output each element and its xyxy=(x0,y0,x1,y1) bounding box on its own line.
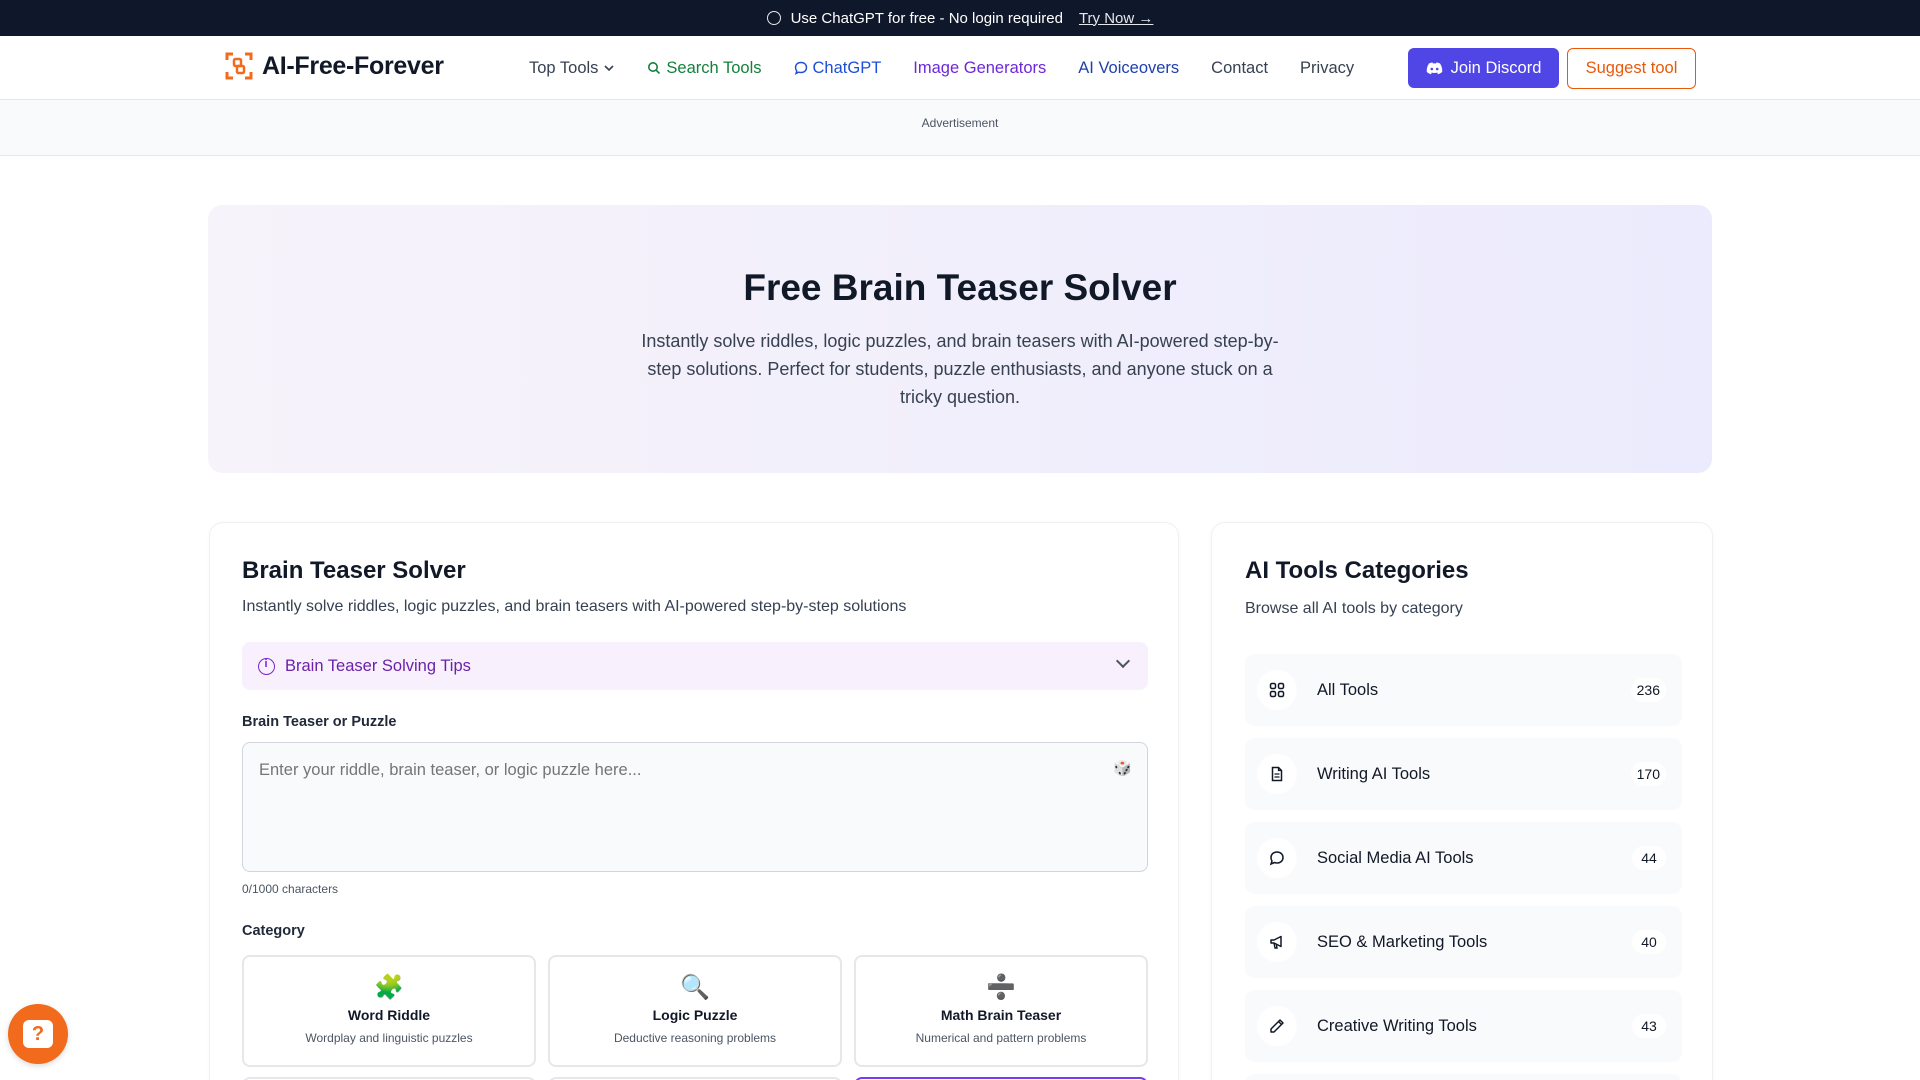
chevron-down-icon xyxy=(604,65,614,72)
sidebar-item-social-media[interactable]: Social Media AI Tools 44 xyxy=(1245,822,1682,894)
puzzle-input-label: Brain Teaser or Puzzle xyxy=(242,714,397,730)
sidebar-item-count: 43 xyxy=(1632,1014,1666,1038)
magnifier-icon: 🔍 xyxy=(680,974,710,1001)
sidebar-item-count: 40 xyxy=(1632,930,1666,954)
random-dice-icon[interactable]: 🎲 xyxy=(1113,759,1132,777)
search-icon xyxy=(648,62,661,75)
category-desc: Deductive reasoning problems xyxy=(613,1031,777,1045)
puzzle-piece-icon: 🧩 xyxy=(374,974,404,1001)
sidebar-item-label: SEO & Marketing Tools xyxy=(1317,932,1488,951)
category-desc: Numerical and pattern problems xyxy=(915,1031,1087,1045)
category-label: Category xyxy=(242,923,305,939)
tips-label: Brain Teaser Solving Tips xyxy=(285,656,471,675)
sidebar-item-count: 170 xyxy=(1630,762,1666,786)
ad-label: Advertisement xyxy=(921,116,999,130)
sidebar-item-count: 236 xyxy=(1630,678,1666,702)
hero-description: Instantly solve riddles, logic puzzles, … xyxy=(641,331,1279,407)
megaphone-icon xyxy=(1257,922,1297,962)
sidebar-item-label: All Tools xyxy=(1317,680,1379,699)
nav-top-tools-label: Top Tools xyxy=(529,58,599,77)
brand-name: AI-Free-Forever xyxy=(262,51,444,80)
sidebar-item-count: 44 xyxy=(1632,846,1666,870)
info-icon xyxy=(258,657,275,675)
divide-icon: ➗ xyxy=(986,974,1016,1001)
nav-contact[interactable]: Contact xyxy=(1211,59,1268,78)
nav-chatgpt-label: ChatGPT xyxy=(812,58,882,77)
sidebar-item-writing[interactable]: Writing AI Tools 170 xyxy=(1245,738,1682,810)
nav-image-generators-label: Image Generators xyxy=(913,58,1047,77)
nav-privacy-label: Privacy xyxy=(1300,58,1355,77)
question-icon: ? xyxy=(23,1020,53,1048)
puzzle-input[interactable] xyxy=(242,742,1148,872)
help-chat-button[interactable]: ? xyxy=(8,1004,68,1064)
promo-banner: Use ChatGPT for free - No login required… xyxy=(0,0,1920,36)
nav-privacy[interactable]: Privacy xyxy=(1300,59,1354,78)
sidebar-item-all-tools[interactable]: All Tools 236 xyxy=(1245,654,1682,726)
chat-bubble-icon xyxy=(1257,838,1297,878)
sidebar-item-partial[interactable] xyxy=(1245,1074,1682,1080)
nav-top-tools[interactable]: Top Tools xyxy=(529,59,615,78)
solver-title: Brain Teaser Solver xyxy=(242,557,466,584)
pencil-icon xyxy=(1257,1006,1297,1046)
join-discord-label: Join Discord xyxy=(1450,58,1542,77)
nav-ai-voiceovers-label: AI Voiceovers xyxy=(1078,58,1180,77)
category-name: Math Brain Teaser xyxy=(940,1007,1062,1023)
category-word-riddle[interactable]: 🧩 Word Riddle Wordplay and linguistic pu… xyxy=(242,955,536,1067)
chat-icon xyxy=(766,11,781,25)
chevron-down-icon xyxy=(1115,653,1131,669)
category-name: Word Riddle xyxy=(347,1007,431,1023)
categories-subtitle: Browse all AI tools by category xyxy=(1245,600,1463,617)
try-now-link[interactable]: Try Now → xyxy=(1079,10,1153,27)
suggest-tool-label: Suggest tool xyxy=(1585,59,1678,77)
sidebar-item-label: Social Media AI Tools xyxy=(1317,848,1474,867)
char-count: 0/1000 characters xyxy=(242,882,339,896)
banner-text: Use ChatGPT for free - No login required xyxy=(790,9,1063,27)
tips-accordion[interactable]: Brain Teaser Solving Tips xyxy=(242,642,1148,690)
nav-search-tools-label: Search Tools xyxy=(666,58,762,77)
sidebar-item-seo-marketing[interactable]: SEO & Marketing Tools 40 xyxy=(1245,906,1682,978)
categories-title: AI Tools Categories xyxy=(1245,557,1469,584)
page-title: Free Brain Teaser Solver xyxy=(743,267,1177,308)
logo-icon xyxy=(225,52,253,80)
join-discord-button[interactable]: Join Discord xyxy=(1408,48,1559,88)
chat-icon xyxy=(794,61,807,75)
discord-icon xyxy=(1426,62,1442,74)
suggest-tool-button[interactable]: Suggest tool xyxy=(1567,48,1696,89)
category-logic-puzzle[interactable]: 🔍 Logic Puzzle Deductive reasoning probl… xyxy=(548,955,842,1067)
sidebar-item-label: Writing AI Tools xyxy=(1317,764,1431,783)
nav-search-tools[interactable]: Search Tools xyxy=(647,58,762,78)
document-icon xyxy=(1257,754,1297,794)
solver-subtitle: Instantly solve riddles, logic puzzles, … xyxy=(242,598,907,615)
categories-card: AI Tools Categories Browse all AI tools … xyxy=(1211,522,1713,1080)
hero-section: Free Brain Teaser Solver Instantly solve… xyxy=(208,205,1712,473)
nav-chatgpt[interactable]: ChatGPT xyxy=(794,58,882,78)
sidebar-item-creative-writing[interactable]: Creative Writing Tools 43 xyxy=(1245,990,1682,1062)
category-desc: Wordplay and linguistic puzzles xyxy=(305,1031,473,1045)
ad-slot: Advertisement xyxy=(0,100,1920,156)
main-nav: AI-Free-Forever Top Tools Search Tools C… xyxy=(0,36,1920,100)
category-name: Logic Puzzle xyxy=(652,1007,738,1023)
nav-image-generators[interactable]: Image Generators xyxy=(913,59,1046,78)
category-math-brain-teaser[interactable]: ➗ Math Brain Teaser Numerical and patter… xyxy=(854,955,1148,1067)
logo[interactable]: AI-Free-Forever xyxy=(224,51,444,81)
sidebar-item-label: Creative Writing Tools xyxy=(1317,1016,1477,1035)
nav-contact-label: Contact xyxy=(1211,58,1269,77)
grid-icon xyxy=(1257,670,1297,710)
solver-card: Brain Teaser Solver Instantly solve ridd… xyxy=(209,522,1179,1080)
nav-links: Top Tools Search Tools ChatGPT Image Gen… xyxy=(529,36,1386,100)
nav-ai-voiceovers[interactable]: AI Voiceovers xyxy=(1078,59,1179,78)
